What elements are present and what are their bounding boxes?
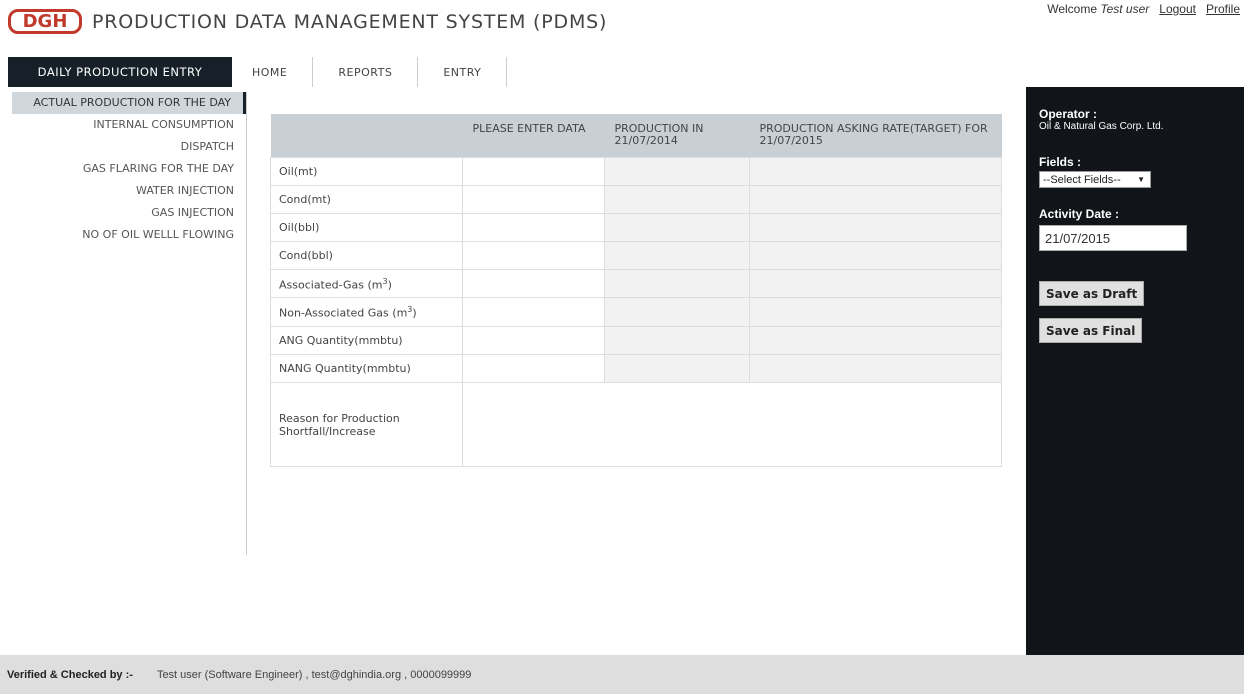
right-panel: Operator : Oil & Natural Gas Corp. Ltd. … — [1026, 87, 1244, 655]
app-title: PRODUCTION DATA MANAGEMENT SYSTEM (PDMS) — [92, 11, 608, 33]
previous-production-cell — [604, 184, 750, 214]
target-cell — [749, 184, 1002, 214]
data-entry-cell[interactable] — [462, 297, 605, 327]
save-draft-button[interactable]: Save as Draft — [1039, 281, 1145, 306]
sidebar-item-gas-injection[interactable]: GAS INJECTION — [12, 202, 246, 224]
target-cell — [749, 241, 1002, 271]
header-enter-data: PLEASE ENTER DATA — [462, 114, 605, 157]
data-entry-cell[interactable] — [462, 241, 605, 271]
header-blank — [270, 114, 463, 157]
table-row: Oil(mt) — [270, 156, 1002, 186]
previous-production-cell — [604, 269, 750, 299]
previous-production-cell — [604, 297, 750, 327]
fields-select[interactable]: --Select Fields-- ▼ — [1039, 171, 1151, 188]
previous-production-cell — [604, 325, 750, 355]
sidebar-item-internal-consumption[interactable]: INTERNAL CONSUMPTION — [12, 114, 246, 136]
nav-tab-home[interactable]: HOME — [232, 57, 314, 87]
dgh-logo: DGH — [8, 9, 82, 34]
target-cell — [749, 212, 1002, 243]
reason-row: Reason for Production Shortfall/Increase — [270, 382, 1002, 467]
operator-value: Oil & Natural Gas Corp. Ltd. — [1039, 121, 1164, 132]
table-row: Cond(mt) — [270, 184, 1002, 214]
reason-input[interactable] — [462, 382, 1002, 467]
table-row: Associated-Gas (m3) — [270, 269, 1002, 299]
activity-date-input[interactable]: 21/07/2015 — [1039, 225, 1187, 251]
row-label: NANG Quantity(mmbtu) — [270, 353, 463, 384]
data-entry-cell[interactable] — [462, 212, 605, 243]
target-cell — [749, 269, 1002, 299]
previous-production-cell — [604, 241, 750, 271]
reason-label: Reason for Production Shortfall/Increase — [270, 382, 463, 467]
user-bar: Welcome Test user Logout Profile — [1047, 2, 1240, 16]
fields-label: Fields : — [1039, 155, 1082, 169]
row-label: Cond(mt) — [270, 184, 463, 214]
row-label: ANG Quantity(mmbtu) — [270, 325, 463, 355]
user-name: Test user — [1100, 2, 1150, 16]
previous-production-cell — [604, 156, 750, 186]
nav-tab-entry[interactable]: ENTRY — [418, 57, 508, 87]
footer: Verified & Checked by :- Test user (Soft… — [0, 655, 1244, 694]
welcome-text: Welcome Test user — [1047, 2, 1150, 16]
sidebar-item-oil-wells-flowing[interactable]: NO OF OIL WELLL FLOWING — [12, 224, 246, 246]
production-table: PLEASE ENTER DATA PRODUCTION IN 21/07/20… — [270, 114, 1002, 467]
target-cell — [749, 353, 1002, 384]
main-nav: HOME REPORTS ENTRY — [232, 57, 508, 87]
sidebar-item-actual-production[interactable]: ACTUAL PRODUCTION FOR THE DAY — [12, 92, 246, 114]
table-row: NANG Quantity(mmbtu) — [270, 353, 1002, 384]
fields-selected-value: --Select Fields-- — [1043, 174, 1121, 186]
nav-tab-reports[interactable]: REPORTS — [313, 57, 419, 87]
activity-date-label: Activity Date : — [1039, 207, 1120, 221]
header-production-prev: PRODUCTION IN 21/07/2014 — [604, 114, 750, 157]
table-row: Oil(bbl) — [270, 212, 1002, 243]
logout-link[interactable]: Logout — [1159, 2, 1196, 16]
data-entry-cell[interactable] — [462, 184, 605, 214]
data-entry-cell[interactable] — [462, 325, 605, 355]
target-cell — [749, 297, 1002, 327]
sidebar-item-gas-flaring[interactable]: GAS FLARING FOR THE DAY — [12, 158, 246, 180]
row-label: Oil(mt) — [270, 156, 463, 186]
verified-label: Verified & Checked by :- — [7, 668, 133, 681]
row-label: Oil(bbl) — [270, 212, 463, 243]
row-label: Cond(bbl) — [270, 241, 463, 271]
table-row: Non-Associated Gas (m3) — [270, 297, 1002, 327]
table-row: Cond(bbl) — [270, 241, 1002, 271]
table-header-row: PLEASE ENTER DATA PRODUCTION IN 21/07/20… — [270, 114, 1002, 157]
profile-link[interactable]: Profile — [1206, 2, 1240, 16]
table-row: ANG Quantity(mmbtu) — [270, 325, 1002, 355]
save-final-button[interactable]: Save as Final — [1039, 318, 1143, 343]
chevron-down-icon: ▼ — [1137, 175, 1145, 184]
sidebar: ACTUAL PRODUCTION FOR THE DAY INTERNAL C… — [12, 92, 247, 555]
data-entry-cell[interactable] — [462, 353, 605, 384]
operator-label: Operator : — [1039, 107, 1098, 121]
header-asking-rate: PRODUCTION ASKING RATE(TARGET) FOR 21/07… — [749, 114, 1002, 157]
nav-daily-production-entry[interactable]: DAILY PRODUCTION ENTRY — [8, 57, 232, 87]
target-cell — [749, 325, 1002, 355]
row-label: Associated-Gas (m3) — [270, 269, 463, 299]
sidebar-item-dispatch[interactable]: DISPATCH — [12, 136, 246, 158]
data-entry-cell[interactable] — [462, 269, 605, 299]
row-label: Non-Associated Gas (m3) — [270, 297, 463, 327]
target-cell — [749, 156, 1002, 186]
previous-production-cell — [604, 353, 750, 384]
previous-production-cell — [604, 212, 750, 243]
data-entry-cell[interactable] — [462, 156, 605, 186]
verified-value: Test user (Software Engineer) , test@dgh… — [156, 668, 472, 681]
sidebar-item-water-injection[interactable]: WATER INJECTION — [12, 180, 246, 202]
